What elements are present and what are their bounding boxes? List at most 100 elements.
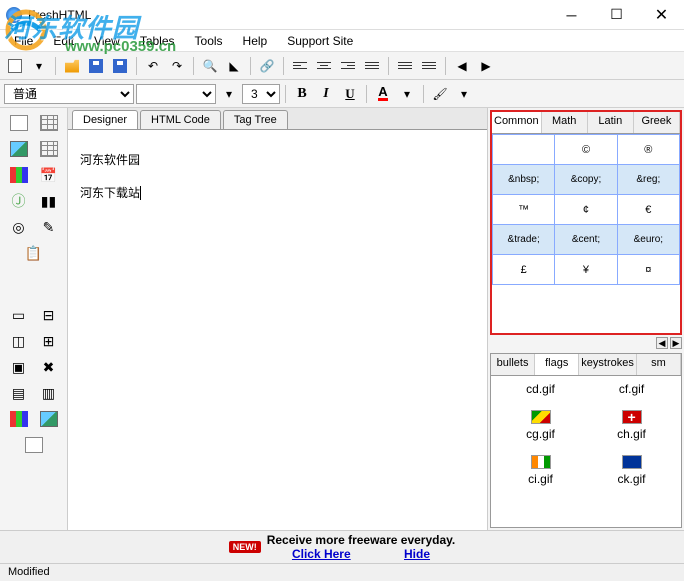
menubar: File Edit View Tables Tools Help Support… [0,30,684,52]
char-code[interactable]: &nbsp; [493,165,555,195]
tool-barcode[interactable]: ▮▮ [36,190,62,212]
char-code[interactable]: &cent; [555,225,617,255]
bgcolor-dropdown[interactable]: ▾ [453,83,475,105]
indent-button[interactable]: ▶ [475,55,497,77]
char-code[interactable]: &reg; [617,165,679,195]
gallery-item[interactable]: cd.gif [497,382,584,396]
tool-form[interactable] [21,434,47,456]
tool-photo[interactable] [36,408,62,430]
tool-bar[interactable] [6,164,32,186]
tool-table[interactable] [36,112,62,134]
new-dropdown[interactable]: ▾ [28,55,50,77]
galtab-flags[interactable]: flags [535,354,579,375]
char-code[interactable]: &trade; [493,225,555,255]
tool-page[interactable] [6,112,32,134]
tab-designer[interactable]: Designer [72,110,138,129]
format-select[interactable]: 普通 [4,84,134,104]
align-center-button[interactable] [313,55,335,77]
chartab-math[interactable]: Math [542,112,588,133]
tool-calendar[interactable]: 📅 [36,164,62,186]
font-picker-button[interactable]: ▾ [218,83,240,105]
flag-icon [622,455,642,469]
char-cell[interactable]: ¥ [555,255,617,285]
char-cell[interactable]: ® [617,135,679,165]
menu-help[interactable]: Help [233,31,278,51]
bgcolor-button[interactable]: 🖌 [429,83,451,105]
gallery-item[interactable]: ci.gif [497,449,584,486]
maximize-button[interactable]: ☐ [594,1,639,29]
char-cell[interactable]: © [555,135,617,165]
tool-splitv[interactable]: ◫ [6,330,32,352]
char-cell[interactable]: ¢ [555,195,617,225]
galtab-bullets[interactable]: bullets [491,354,535,375]
chartab-common[interactable]: Common [492,112,542,133]
gallery-item[interactable]: cf.gif [588,382,675,396]
gallery-item[interactable]: ck.gif [588,449,675,486]
minimize-button[interactable]: ─ [549,1,594,29]
link-button[interactable]: 🔗 [256,55,278,77]
tool-splith[interactable]: ⊟ [36,304,62,326]
list-ol-button[interactable] [418,55,440,77]
fontcolor-dropdown[interactable]: ▾ [396,83,418,105]
align-left-button[interactable] [289,55,311,77]
tool-image[interactable] [6,138,32,160]
close-button[interactable]: ✕ [639,1,684,29]
tool-copy[interactable]: 📋 [21,242,47,264]
tool-grid[interactable] [36,138,62,160]
undo-button[interactable]: ↶ [142,55,164,77]
tool-delete[interactable]: ✖ [36,356,62,378]
char-cell[interactable]: ™ [493,195,555,225]
italic-button[interactable]: I [315,83,337,105]
char-code[interactable]: &euro; [617,225,679,255]
panel-nav-prev[interactable]: ◀ [656,337,668,349]
char-cell[interactable]: £ [493,255,555,285]
tool-layers[interactable]: ▥ [36,382,62,404]
char-code[interactable]: &copy; [555,165,617,195]
tab-tagtree[interactable]: Tag Tree [223,110,288,129]
bold-button[interactable]: B [291,83,313,105]
tool-win[interactable]: ⊞ [36,330,62,352]
align-right-button[interactable] [337,55,359,77]
tool-frame[interactable]: ▭ [6,304,32,326]
size-select[interactable]: 3 [242,84,280,104]
saveall-button[interactable] [109,55,131,77]
gallery-item[interactable]: cg.gif [497,404,584,441]
tag-button[interactable]: ◣ [223,55,245,77]
find-button[interactable]: 🔍 [199,55,221,77]
fontcolor-button[interactable]: A [372,83,394,105]
chartab-greek[interactable]: Greek [634,112,680,133]
panel-nav-next[interactable]: ▶ [670,337,682,349]
list-ul-button[interactable] [394,55,416,77]
char-cell[interactable] [493,135,555,165]
tool-chart[interactable] [6,408,32,430]
tab-htmlcode[interactable]: HTML Code [140,110,221,129]
editor-canvas[interactable]: 河东软件园 河东下载站 [68,130,487,530]
galtab-sm[interactable]: sm [637,354,681,375]
align-justify-button[interactable] [361,55,383,77]
tool-target[interactable]: ◎ [6,216,32,238]
gallery-item[interactable]: ch.gif [588,404,675,441]
tool-edit[interactable]: ✎ [36,216,62,238]
menu-tables[interactable]: Tables [130,31,185,51]
char-cell[interactable]: € [617,195,679,225]
char-cell[interactable]: ¤ [617,255,679,285]
underline-button[interactable]: U [339,83,361,105]
menu-edit[interactable]: Edit [43,31,84,51]
menu-view[interactable]: View [84,31,130,51]
promo-hide-link[interactable]: Hide [404,547,430,561]
menu-support[interactable]: Support Site [277,31,363,51]
new-button[interactable] [4,55,26,77]
chartab-latin[interactable]: Latin [588,112,634,133]
outdent-button[interactable]: ◀ [451,55,473,77]
menu-tools[interactable]: Tools [185,31,233,51]
save-button[interactable] [85,55,107,77]
galtab-keystrokes[interactable]: keystrokes [579,354,637,375]
open-button[interactable] [61,55,83,77]
promo-click-link[interactable]: Click Here [292,547,351,561]
menu-file[interactable]: File [4,31,43,51]
redo-button[interactable]: ↷ [166,55,188,77]
tool-expand[interactable]: ▣ [6,356,32,378]
tool-layer[interactable]: ▤ [6,382,32,404]
font-select[interactable] [136,84,216,104]
tool-script[interactable]: Ⓙ [6,190,32,212]
